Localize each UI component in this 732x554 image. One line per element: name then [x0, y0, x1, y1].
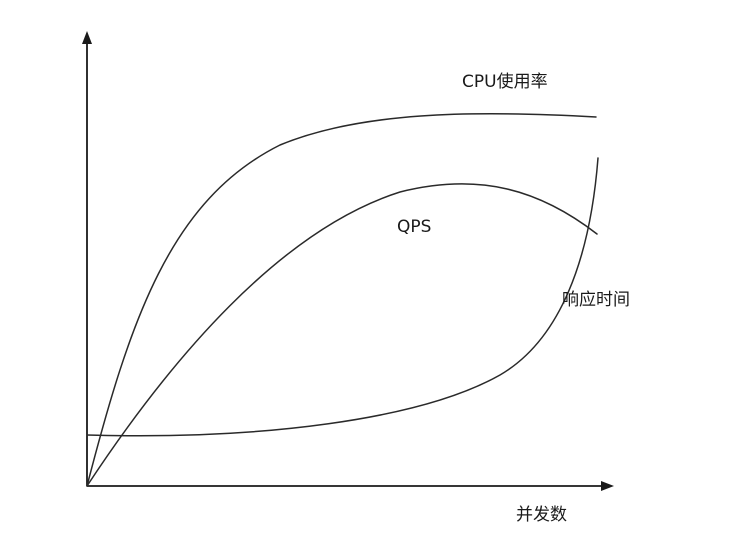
x-axis-label: 并发数: [516, 505, 567, 525]
cpu-usage-label: CPU使用率: [462, 71, 548, 92]
response-time-label: 响应时间: [562, 290, 630, 310]
x-axis-arrow: [601, 481, 614, 491]
qps-curve: [86, 183, 598, 487]
qps-label: QPS: [397, 217, 431, 237]
response-time-curve: [86, 157, 599, 437]
performance-diagram: CPU使用率 QPS 响应时间 并发数: [82, 31, 630, 525]
y-axis-arrow: [82, 31, 92, 44]
cpu-usage-curve: [86, 112, 597, 487]
